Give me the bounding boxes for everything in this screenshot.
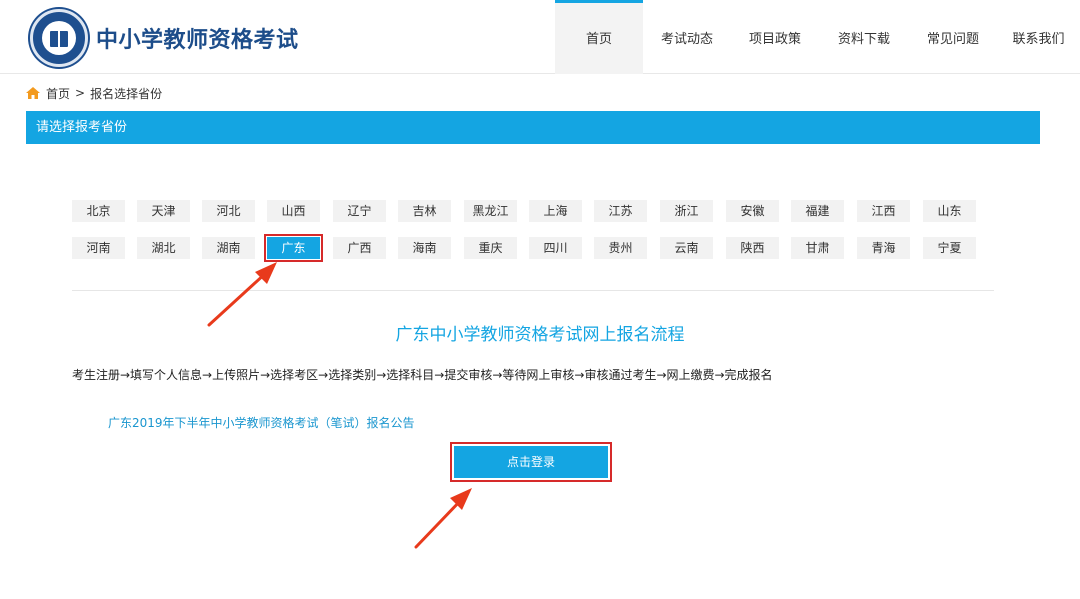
province-row-1: 北京 天津 河北 山西 辽宁 吉林 黑龙江 上海 江苏 浙江 安徽 福建 江西 山东 (72, 200, 992, 222)
annotation-arrow-province (207, 262, 277, 327)
province-button[interactable]: 湖北 (137, 237, 190, 259)
province-button[interactable]: 贵州 (594, 237, 647, 259)
province-row-2: 河南 湖北 湖南 广东 广西 海南 重庆 四川 贵州 云南 陕西 甘肃 青海 宁夏 (72, 234, 992, 262)
province-button[interactable]: 陕西 (726, 237, 779, 259)
province-button[interactable]: 山东 (923, 200, 976, 222)
province-button[interactable]: 甘肃 (791, 237, 844, 259)
nav-item-contact[interactable]: 联系我们 (997, 0, 1080, 74)
notice-link[interactable]: 广东2019年下半年中小学教师资格考试（笔试）报名公告 (108, 414, 415, 431)
nav-item-faq[interactable]: 常见问题 (909, 0, 997, 74)
flow-title: 广东中小学教师资格考试网上报名流程 (395, 325, 685, 345)
province-button[interactable]: 辽宁 (333, 200, 386, 222)
province-button[interactable]: 黑龙江 (464, 200, 517, 222)
login-button[interactable]: 点击登录 (454, 446, 608, 478)
nav-item-home[interactable]: 首页 (555, 0, 643, 74)
nav-item-downloads[interactable]: 资料下载 (819, 0, 909, 74)
province-button[interactable]: 北京 (72, 200, 125, 222)
main-nav: 首页 考试动态 项目政策 资料下载 常见问题 联系我们 (555, 0, 1080, 74)
province-button[interactable]: 河北 (202, 200, 255, 222)
province-button[interactable]: 河南 (72, 237, 125, 259)
province-button[interactable]: 重庆 (464, 237, 517, 259)
site-logo[interactable] (30, 9, 88, 67)
province-button[interactable]: 福建 (791, 200, 844, 222)
province-button[interactable]: 上海 (529, 200, 582, 222)
home-icon (26, 87, 40, 99)
province-button[interactable]: 青海 (857, 237, 910, 259)
province-button[interactable]: 四川 (529, 237, 582, 259)
breadcrumb-home[interactable]: 首页 (46, 85, 70, 102)
province-button[interactable]: 山西 (267, 200, 320, 222)
province-button[interactable]: 广西 (333, 237, 386, 259)
province-button[interactable]: 江西 (857, 200, 910, 222)
province-button[interactable]: 江苏 (594, 200, 647, 222)
nav-item-exam-news[interactable]: 考试动态 (643, 0, 731, 74)
site-header: 中小学教师资格考试 首页 考试动态 项目政策 资料下载 常见问题 联系我们 (0, 0, 1080, 74)
province-button[interactable]: 云南 (660, 237, 713, 259)
breadcrumb: 首页 > 报名选择省份 (26, 84, 162, 102)
nav-item-policy[interactable]: 项目政策 (731, 0, 819, 74)
province-button[interactable]: 广东 (264, 234, 323, 262)
annotation-arrow-login (414, 488, 472, 549)
breadcrumb-separator: > (75, 86, 86, 100)
province-button[interactable]: 安徽 (726, 200, 779, 222)
province-button[interactable]: 宁夏 (923, 237, 976, 259)
book-icon (50, 31, 68, 47)
province-button[interactable]: 海南 (398, 237, 451, 259)
site-title[interactable]: 中小学教师资格考试 (96, 22, 299, 54)
province-button[interactable]: 湖南 (202, 237, 255, 259)
province-button[interactable]: 天津 (137, 200, 190, 222)
breadcrumb-current: 报名选择省份 (90, 86, 163, 101)
province-button[interactable]: 吉林 (398, 200, 451, 222)
section-bar: 请选择报考省份 (26, 111, 1040, 144)
login-button-highlight: 点击登录 (450, 442, 612, 482)
flow-steps: 考生注册→填写个人信息→上传照片→选择考区→选择类别→选择科目→提交审核→等待网… (72, 368, 773, 382)
province-button[interactable]: 浙江 (660, 200, 713, 222)
